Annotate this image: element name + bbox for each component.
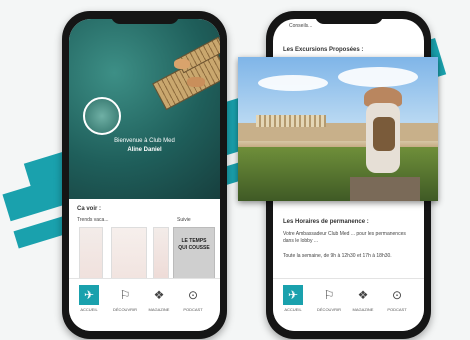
top-line: Conseils... <box>289 23 313 29</box>
section1-title: Les Excursions Proposées : <box>283 47 364 53</box>
podcast-icon: ⊙ <box>391 288 403 302</box>
book-title: LE TEMPS QUI COUSSE <box>178 238 210 251</box>
hero-line2: Aline Daniel <box>127 147 162 153</box>
section2-title: Les Horaires de permanence : <box>283 219 369 225</box>
section-title: Ca voir : <box>77 206 102 212</box>
tab-bar: ✈ ACCUEIL ⚐ DÉCOUVRIR ❖ MAGAZINE ⊙ PODCA… <box>69 278 220 331</box>
left-screen: Bienvenue à Club Med Aline Daniel Ca voi… <box>69 19 220 331</box>
notch <box>314 11 383 24</box>
tab-discover[interactable]: ⚐ DÉCOUVRIR <box>113 285 137 315</box>
tab-home[interactable]: ✈ ACCUEIL <box>281 285 305 315</box>
tab-podcast[interactable]: ⊙ PODCAST <box>385 285 409 315</box>
avatar[interactable] <box>83 97 121 135</box>
tab-label: DÉCOUVRIR <box>113 307 138 312</box>
product-card[interactable] <box>153 227 169 283</box>
tab-magazine[interactable]: ❖ MAGAZINE <box>351 285 375 315</box>
discover-icon: ⚐ <box>323 288 335 302</box>
tab-label: MAGAZINE <box>352 307 374 312</box>
podcast-icon: ⊙ <box>187 288 199 302</box>
tab-label: PODCAST <box>183 307 203 312</box>
magazine-icon: ❖ <box>357 288 369 302</box>
tab-podcast[interactable]: ⊙ PODCAST <box>181 285 205 315</box>
travel-photo <box>238 57 438 201</box>
hours-line: Toute la semaine, de 9h à 12h30 et 17h à… <box>283 253 392 259</box>
tab-label: DÉCOUVRIR <box>317 307 342 312</box>
home-icon: ✈ <box>79 285 99 305</box>
tab-label: ACCUEIL <box>284 307 302 312</box>
ruins-columns <box>256 115 326 127</box>
cloud <box>338 67 418 87</box>
home-icon: ✈ <box>283 285 303 305</box>
hero-line1: Bienvenue à Club Med <box>114 138 175 144</box>
hero-image: Bienvenue à Club Med Aline Daniel <box>69 19 220 199</box>
notch <box>110 11 179 24</box>
tab-label: ACCUEIL <box>80 307 98 312</box>
magazine-icon: ❖ <box>153 288 165 302</box>
tab-discover[interactable]: ⚐ DÉCOUVRIR <box>317 285 341 315</box>
discover-icon: ⚐ <box>119 288 131 302</box>
cloud <box>258 75 328 91</box>
tab-label: PODCAST <box>387 307 407 312</box>
tab-label: MAGAZINE <box>148 307 170 312</box>
left-phone: Bienvenue à Club Med Aline Daniel Ca voi… <box>62 11 227 339</box>
product-card[interactable] <box>111 227 147 283</box>
col2-title: Suivie <box>177 217 191 223</box>
info-paragraph: Votre Ambassadeur Club Med ... pour les … <box>283 231 406 244</box>
backpack <box>373 117 395 151</box>
person <box>187 77 205 87</box>
tab-magazine[interactable]: ❖ MAGAZINE <box>147 285 171 315</box>
rock <box>350 177 420 201</box>
tab-home[interactable]: ✈ ACCUEIL <box>77 285 101 315</box>
tab-bar: ✈ ACCUEIL ⚐ DÉCOUVRIR ❖ MAGAZINE ⊙ PODCA… <box>273 278 424 331</box>
col1-title: Trends vaca... <box>77 217 109 223</box>
product-card[interactable] <box>79 227 103 283</box>
person <box>174 59 190 69</box>
